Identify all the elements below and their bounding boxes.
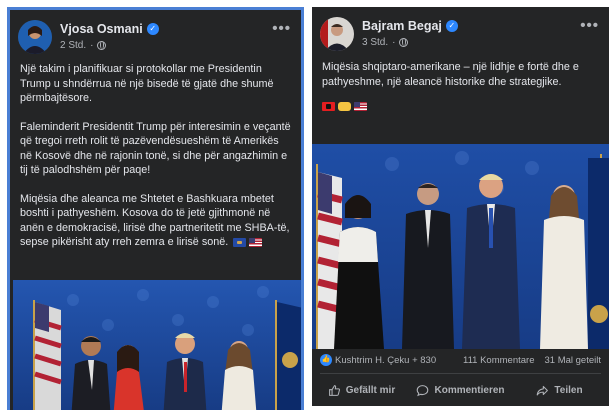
- post-time[interactable]: 3 Std.: [362, 37, 388, 48]
- post-header: Vjosa Osmani ✓ 2 Std. · •••: [18, 18, 293, 58]
- post-time[interactable]: 2 Std.: [60, 40, 86, 51]
- like-button[interactable]: Gefällt mir: [312, 375, 411, 405]
- post-paragraph: Një takim i planifikuar si protokollar m…: [20, 63, 274, 104]
- thumbs-up-icon: [328, 384, 340, 396]
- reactions-count[interactable]: Kushtrim H. Çeku + 830: [335, 355, 436, 366]
- post-card-vjosa-osmani: Vjosa Osmani ✓ 2 Std. · ••• Një takim i …: [7, 7, 304, 410]
- post-header: Bajram Begaj ✓ 3 Std. · •••: [320, 15, 601, 55]
- comment-icon: [417, 384, 429, 396]
- more-options-button[interactable]: •••: [272, 20, 291, 37]
- post-text: Miqësia shqiptaro-amerikane – një lidhje…: [322, 60, 601, 114]
- author-name[interactable]: Vjosa Osmani: [60, 22, 143, 36]
- post-stats: 👍 Kushtrim H. Çeku + 830 111 Kommentare …: [320, 352, 601, 368]
- share-arrow-icon: [537, 385, 549, 395]
- globe-icon: [399, 38, 409, 47]
- share-button[interactable]: Teilen: [510, 375, 609, 405]
- post-actions: Gefällt mir Kommentieren Teilen: [312, 375, 609, 405]
- avatar[interactable]: [320, 17, 354, 51]
- post-paragraph: Miqësia shqiptaro-amerikane – një lidhje…: [322, 61, 579, 88]
- emoji-group: [322, 102, 367, 111]
- share-button-label: Teilen: [554, 384, 583, 396]
- globe-icon: [97, 41, 107, 50]
- shares-count[interactable]: 31 Mal geteilt: [544, 355, 601, 366]
- emoji-group: [233, 238, 263, 247]
- divider: [320, 373, 601, 374]
- albania-flag-icon: [322, 102, 335, 111]
- author-name[interactable]: Bajram Begaj: [362, 19, 442, 33]
- avatar[interactable]: [18, 20, 52, 54]
- post-card-bajram-begaj: Bajram Begaj ✓ 3 Std. · ••• Miqësia shqi…: [312, 7, 609, 406]
- like-reaction-icon: 👍: [320, 354, 332, 366]
- usa-flag-icon: [354, 102, 367, 111]
- post-text: Një takim i planifikuar si protokollar m…: [20, 62, 293, 250]
- comment-button-label: Kommentieren: [434, 384, 505, 396]
- comments-count[interactable]: 111 Kommentare: [463, 355, 534, 366]
- usa-flag-icon: [249, 238, 263, 247]
- like-button-label: Gefällt mir: [345, 384, 396, 396]
- verified-badge-icon: ✓: [445, 20, 458, 32]
- post-photo[interactable]: [13, 280, 301, 410]
- comment-button[interactable]: Kommentieren: [411, 375, 510, 405]
- more-options-button[interactable]: •••: [580, 17, 599, 34]
- verified-badge-icon: ✓: [146, 23, 159, 35]
- post-photo[interactable]: [312, 144, 609, 349]
- post-paragraph: Faleminderit Presidentit Trump për inter…: [20, 120, 291, 177]
- kosovo-flag-icon: [233, 238, 247, 247]
- handshake-icon: [338, 102, 351, 111]
